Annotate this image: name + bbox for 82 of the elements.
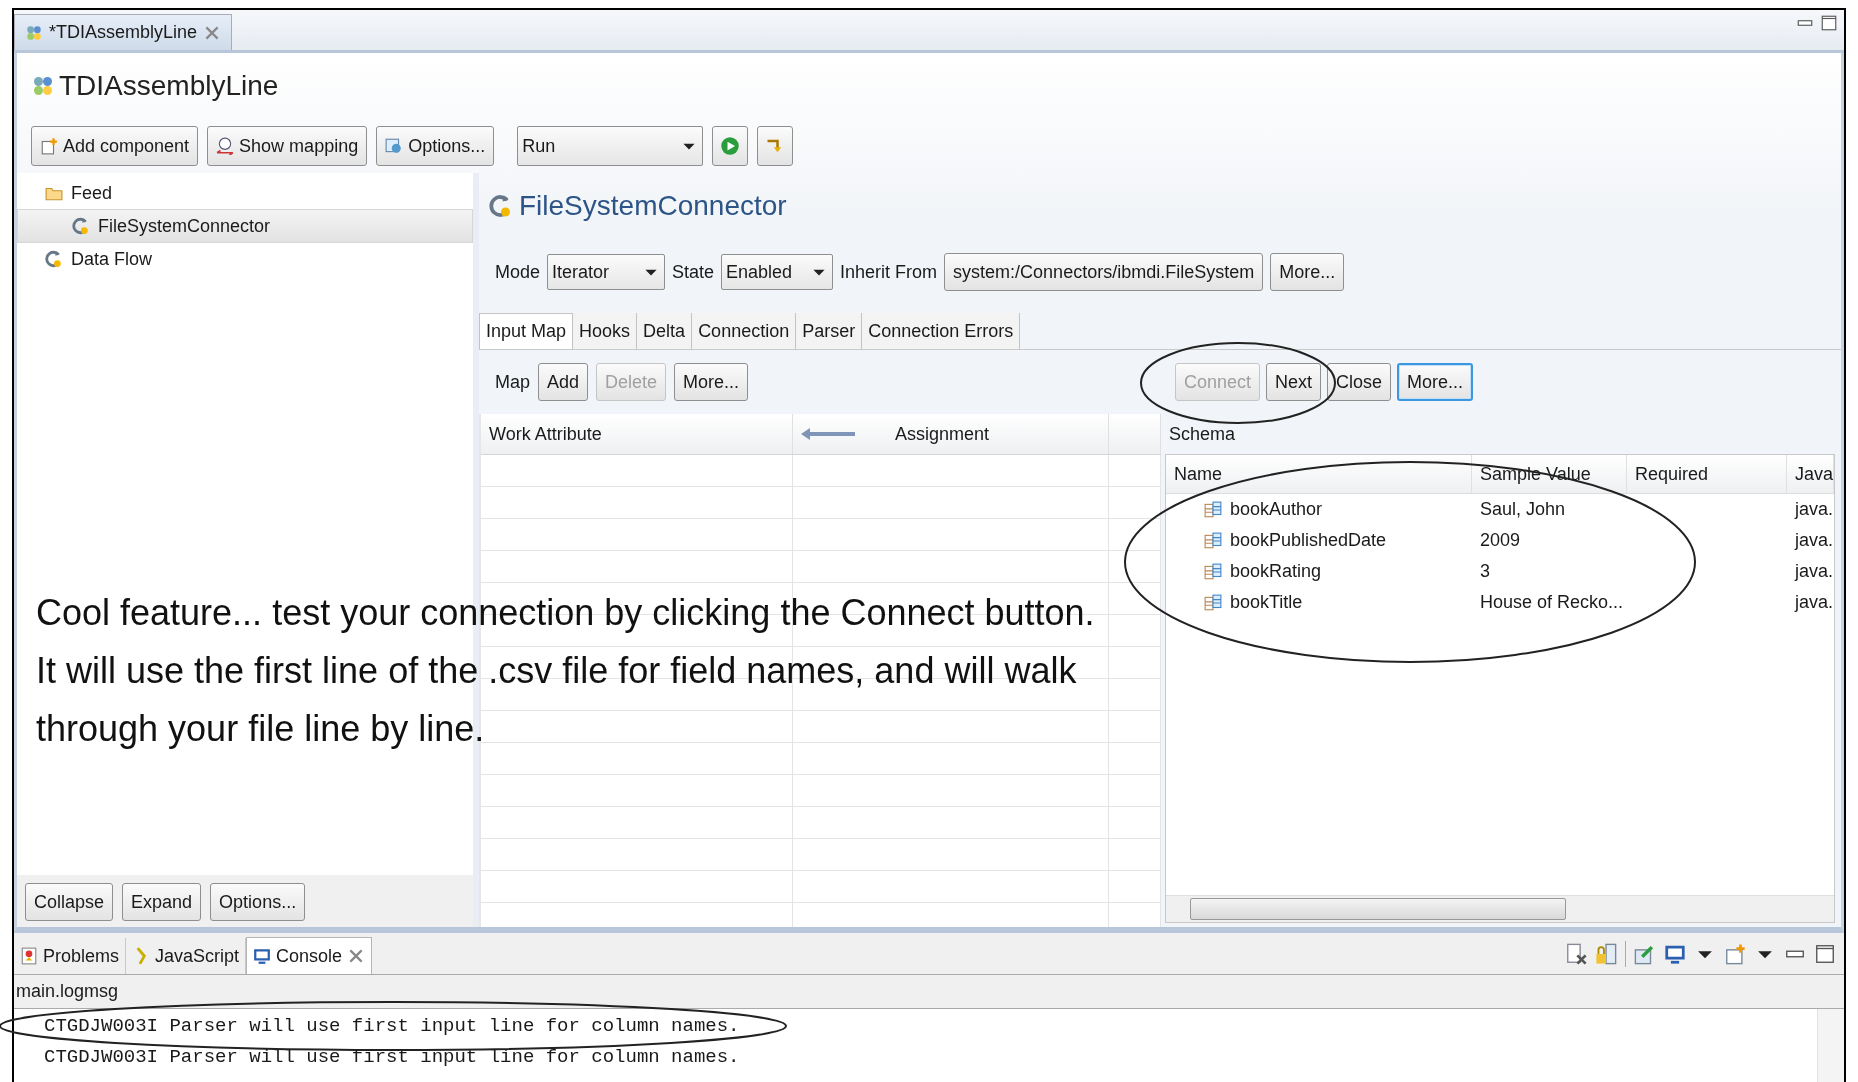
tab[interactable]: Hooks (573, 313, 638, 349)
mode-label: Mode (495, 261, 541, 283)
table-cell-text: House of Recko... (1479, 591, 1625, 614)
more-button[interactable]: More... (1270, 253, 1345, 291)
schema-button[interactable]: Next (1266, 363, 1322, 401)
view-tab[interactable]: Problems (14, 938, 127, 974)
table-cell: bookTitle (1230, 592, 1303, 613)
console-line: CTGDJW003I Parser will use first input line for column names. (44, 1015, 740, 1037)
vertical-scrollbar[interactable] (1817, 1009, 1844, 1082)
field-icon (1204, 500, 1222, 519)
tree-item[interactable]: FileSystemConnector (17, 209, 473, 243)
maximize-icon[interactable] (1814, 943, 1836, 965)
schema-button[interactable]: More... (1397, 363, 1474, 401)
tab[interactable]: Connection (692, 313, 797, 349)
table-cell-text: Saul, John (1479, 498, 1567, 521)
run-button[interactable] (712, 126, 749, 166)
connector-icon (45, 250, 63, 268)
options-button[interactable]: Options... (210, 883, 306, 921)
table-cell-text: java. (1793, 529, 1834, 552)
tab[interactable]: Delta (637, 313, 693, 349)
inherit-from-label: Inherit From (840, 261, 938, 283)
maximize-icon (1820, 14, 1838, 32)
schema-label: Schema (1168, 422, 1237, 446)
table-cell: bookRating (1230, 561, 1322, 582)
tree-item[interactable]: Feed (17, 177, 473, 209)
column-header: Name (1166, 455, 1472, 493)
toolbar-icon (40, 137, 58, 155)
tab[interactable]: Connection Errors (862, 313, 1021, 349)
column-header: Assignment (895, 423, 990, 445)
column-header: Required (1627, 455, 1787, 493)
show-mapping-button[interactable]: Show mapping (207, 126, 368, 166)
console-icon (253, 947, 272, 965)
horizontal-scrollbar[interactable] (1166, 895, 1834, 922)
toolbar-icon (216, 137, 235, 155)
editor-tab[interactable]: *TDIAssemblyLine (14, 14, 233, 50)
expand-button[interactable]: Expand (122, 883, 202, 921)
column-header: Work Attribute (481, 414, 793, 454)
molecule-icon (25, 23, 43, 42)
table-cell-text: 2009 (1479, 529, 1522, 552)
options-button[interactable]: Options... (376, 126, 495, 166)
connector-icon (489, 194, 513, 218)
table-cell: bookPublishedDate (1230, 530, 1387, 551)
map-button[interactable]: More... (674, 363, 749, 401)
console-icon[interactable] (1664, 943, 1686, 965)
table-cell-text: java. (1793, 591, 1834, 614)
tab[interactable]: Parser (796, 313, 863, 349)
column-header: Java (1786, 455, 1834, 493)
step-button[interactable] (757, 126, 794, 166)
play-icon (720, 136, 741, 156)
mode-dropdown[interactable]: Iterator (547, 254, 666, 290)
table-cell-text: java. (1793, 560, 1834, 583)
state-label: State (672, 261, 715, 283)
field-icon (1204, 531, 1222, 550)
toolbar-icon (385, 137, 404, 155)
left-arrow-icon (801, 428, 855, 440)
editor-title: TDIAssemblyLine (59, 70, 279, 102)
add-component-button[interactable]: Add component (31, 126, 199, 166)
tree-item[interactable]: Data Flow (17, 243, 473, 275)
new-console-icon[interactable] (1724, 943, 1746, 965)
inherit-from-button[interactable]: system:/Connectors/ibmdi.FileSystem (944, 253, 1264, 291)
table-cell-text: java. (1793, 498, 1834, 521)
view-tab[interactable]: Console (246, 937, 373, 974)
state-dropdown[interactable]: Enabled (721, 254, 834, 290)
problems-icon (20, 947, 38, 965)
run-mode-dropdown[interactable]: Run (517, 126, 704, 166)
console-title: main.logmsg (14, 975, 1844, 1009)
pin-icon[interactable] (1634, 943, 1656, 965)
field-icon (1204, 562, 1222, 581)
scroll-lock-icon[interactable] (1595, 943, 1617, 965)
collapse-button[interactable]: Collapse (25, 883, 114, 921)
tab[interactable]: Input Map (479, 313, 574, 349)
map-label: Map (495, 371, 530, 393)
callout-text: Cool feature... test your connection by clicking the Connect button. It will use the first line of the .csv file for field names, and will walk through your file line by line. (36, 591, 1096, 751)
field-icon (1204, 593, 1222, 612)
schema-button[interactable]: Close (1327, 363, 1392, 401)
clear-console-icon[interactable] (1565, 943, 1587, 965)
map-button[interactable]: Add (538, 363, 589, 401)
table-cell-text: 3 (1479, 560, 1491, 583)
connector-title: FileSystemConnector (519, 190, 787, 222)
connector-icon (72, 217, 90, 235)
molecule-icon (31, 74, 55, 98)
table-cell: bookAuthor (1230, 499, 1323, 520)
